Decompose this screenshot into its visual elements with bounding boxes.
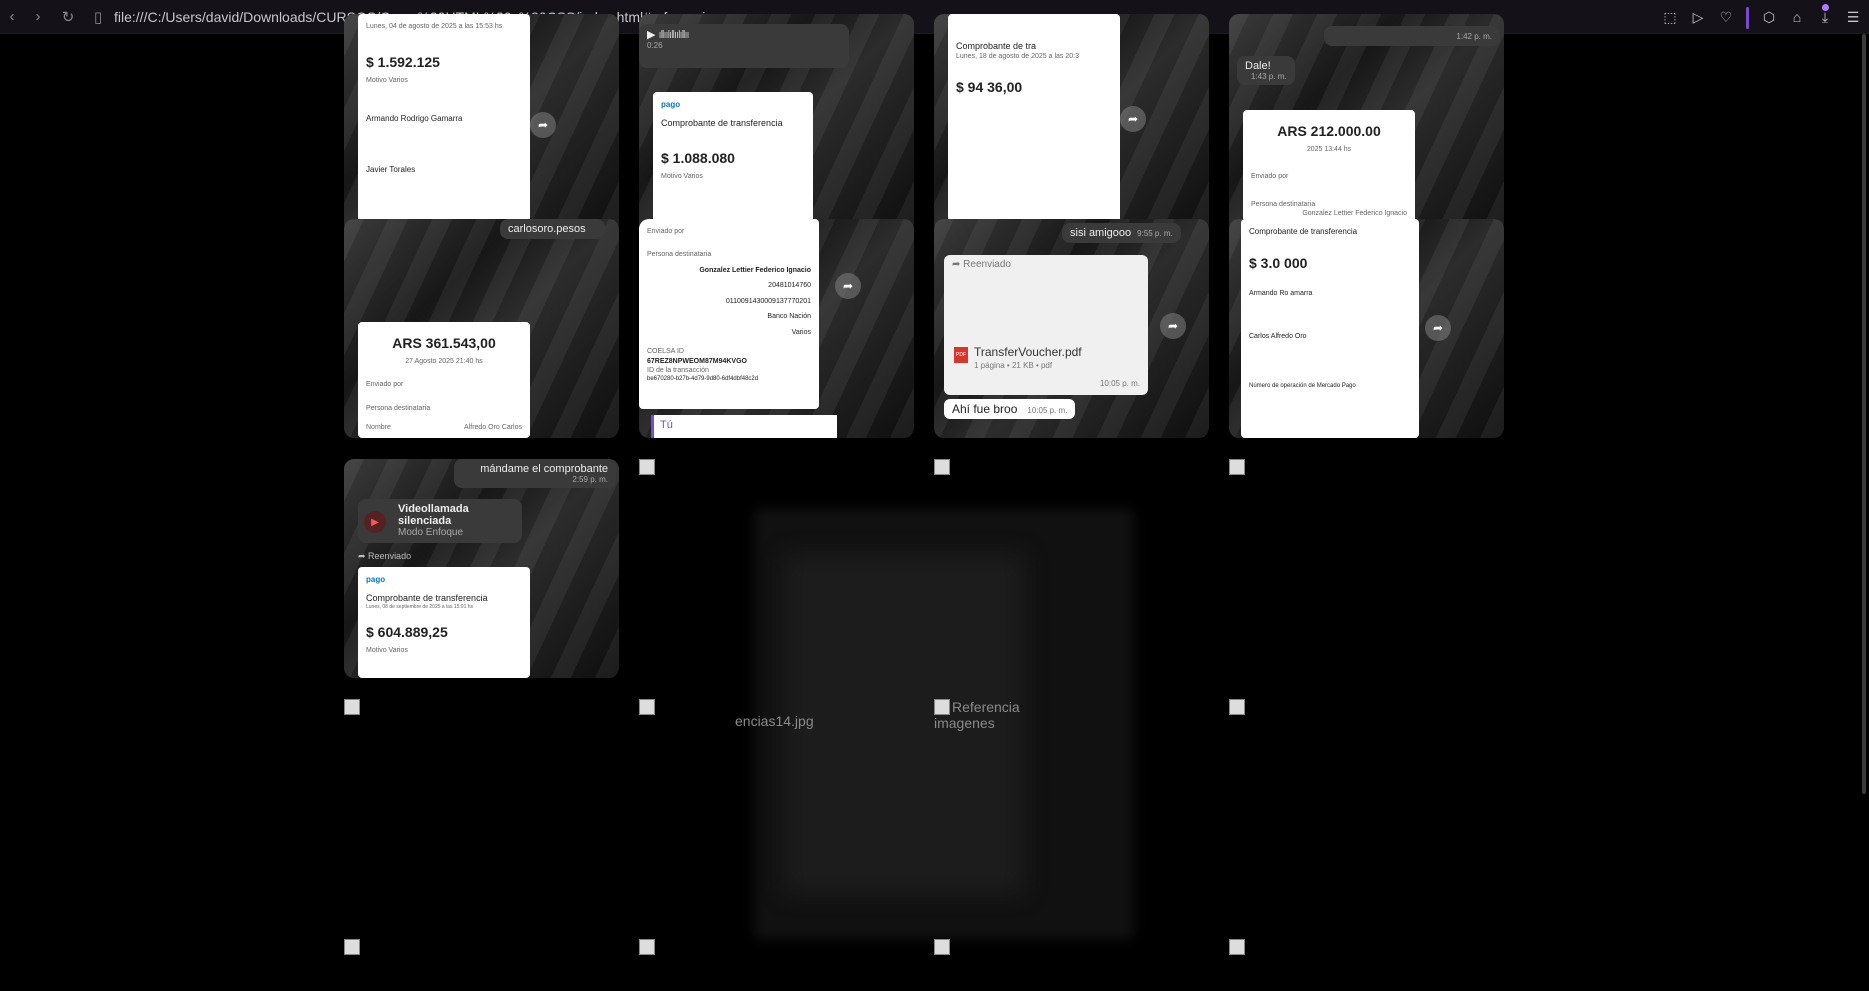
reference-image[interactable]: Lunes, 04 de agosto de 2025 a las 15:53 … xyxy=(344,14,619,233)
forward-icon[interactable]: ➦ xyxy=(1120,106,1146,132)
broken-image[interactable] xyxy=(1229,459,1504,678)
reference-image[interactable]: ▶ ıllıılıllıılıllıı 0:26 pago Comprobant… xyxy=(639,14,914,233)
file-name[interactable]: TransferVoucher.pdf xyxy=(974,345,1082,359)
profile-icon[interactable]: ⌂ xyxy=(1787,7,1807,27)
reference-image[interactable]: sisi amigooo 9:55 p. m. ➦ Reenviado PDF T… xyxy=(934,219,1209,438)
broken-image-icon xyxy=(934,459,950,475)
chat-bubble: carlosoro.pesos xyxy=(500,219,605,239)
broken-image[interactable] xyxy=(1229,699,1504,918)
reload-icon[interactable]: ↻ xyxy=(58,7,78,27)
broken-image-icon xyxy=(1229,699,1245,715)
broken-image-icon xyxy=(1229,459,1245,475)
forwarded-label: ➦ Reenviado xyxy=(358,551,412,561)
reference-image[interactable]: Enviado por Persona destinataria Gonzale… xyxy=(639,219,914,438)
page-icon: ▯ xyxy=(93,8,103,26)
receipt-document: pago Comprobante de transferencia $ 1.08… xyxy=(653,92,813,232)
back-icon[interactable]: ‹ xyxy=(2,7,22,27)
chat-bubble: Dale! 1:43 p. m. xyxy=(1237,56,1295,85)
audio-message: ▶ ıllıılıllıılıllıı 0:26 xyxy=(639,24,849,68)
extensions-icon[interactable]: ⬡ xyxy=(1759,7,1779,27)
broken-image-icon xyxy=(639,939,655,955)
broken-image-icon xyxy=(934,699,950,715)
reference-image[interactable]: Comprobante de transferencia $ 3.0 000 A… xyxy=(1229,219,1504,438)
call-notice: ▶ Videollamada silenciada Modo Enfoque xyxy=(358,499,522,543)
forward-icon[interactable]: › xyxy=(28,7,48,27)
screenshot-icon[interactable]: ⬚ xyxy=(1660,7,1680,27)
menu-icon[interactable]: ☰ xyxy=(1843,7,1863,27)
broken-image[interactable] xyxy=(1229,939,1504,979)
receipt-document: pago Comprobante de transferencia Lunes,… xyxy=(358,567,530,678)
reply-preview: Tú xyxy=(651,415,837,438)
play-icon[interactable]: ▷ xyxy=(1688,7,1708,27)
chat-bubble: sisi amigooo 9:55 p. m. xyxy=(1062,223,1181,243)
broken-image[interactable] xyxy=(344,699,619,918)
references-gallery: Lunes, 04 de agosto de 2025 a las 15:53 … xyxy=(344,14,1504,991)
broken-image[interactable] xyxy=(934,939,1209,979)
scrollbar-thumb[interactable] xyxy=(1862,34,1866,794)
receipt-document: ARS 361.543,00 27 Agosto 2025 21:40 hs E… xyxy=(358,322,530,438)
pdf-icon: PDF xyxy=(954,347,968,363)
broken-image[interactable] xyxy=(344,939,619,979)
receipt-document: Comprobante de transferencia $ 3.0 000 A… xyxy=(1241,219,1419,438)
forwarded-file-message: ➦ Reenviado PDF TransferVoucher.pdf 1 pá… xyxy=(944,255,1148,395)
broken-image[interactable] xyxy=(639,459,914,678)
reference-image[interactable]: 1:42 p. m. Dale! 1:43 p. m. ARS 212.000.0… xyxy=(1229,14,1504,233)
receipt-document: Comprobante de tra Lunes, 18 de agosto d… xyxy=(948,14,1120,232)
chat-bubble: Ahí fue broo 10:05 p. m. xyxy=(944,399,1076,419)
broken-image[interactable] xyxy=(934,459,1209,678)
notification-dot xyxy=(1822,4,1829,11)
forward-icon[interactable]: ➦ xyxy=(530,112,556,138)
receipt-document: Lunes, 04 de agosto de 2025 a las 15:53 … xyxy=(358,14,530,232)
scrollbar[interactable] xyxy=(1859,34,1869,991)
reference-image[interactable]: mándame el comprobante 2:59 p. m. ▶ Video… xyxy=(344,459,619,678)
receipt-document: Enviado por Persona destinataria Gonzale… xyxy=(639,219,819,409)
sidebar-divider xyxy=(1746,7,1749,29)
broken-image-icon xyxy=(934,939,950,955)
video-call-icon: ▶ xyxy=(364,511,386,533)
reference-image[interactable]: Comprobante de tra Lunes, 18 de agosto d… xyxy=(934,14,1209,233)
broken-image[interactable]: Referencia imagenes xyxy=(934,699,1054,918)
waveform: ıllıılıllıılıllıı xyxy=(658,29,690,41)
broken-image-icon xyxy=(639,699,655,715)
broken-image-icon xyxy=(344,699,360,715)
broken-image-icon xyxy=(344,939,360,955)
broken-image[interactable] xyxy=(639,939,914,979)
broken-image-icon xyxy=(639,459,655,475)
forward-icon[interactable]: ➦ xyxy=(1160,313,1186,339)
chat-bubble: mándame el comprobante 2:59 p. m. xyxy=(454,459,616,488)
forward-icon[interactable]: ➦ xyxy=(1425,315,1451,341)
broken-image[interactable]: encias14.jpg xyxy=(639,699,914,918)
forward-icon[interactable]: ➦ xyxy=(835,273,861,299)
chat-bubble: 1:42 p. m. xyxy=(1324,26,1500,46)
receipt-document: ARS 212.000.00 2025 13:44 hs Enviado por… xyxy=(1243,110,1415,233)
heart-icon[interactable]: ♡ xyxy=(1716,7,1736,27)
reference-image[interactable]: carlosoro.pesos ARS 361.543,00 27 Agosto… xyxy=(344,219,619,438)
broken-image-icon xyxy=(1229,939,1245,955)
play-icon: ▶ xyxy=(647,29,656,41)
